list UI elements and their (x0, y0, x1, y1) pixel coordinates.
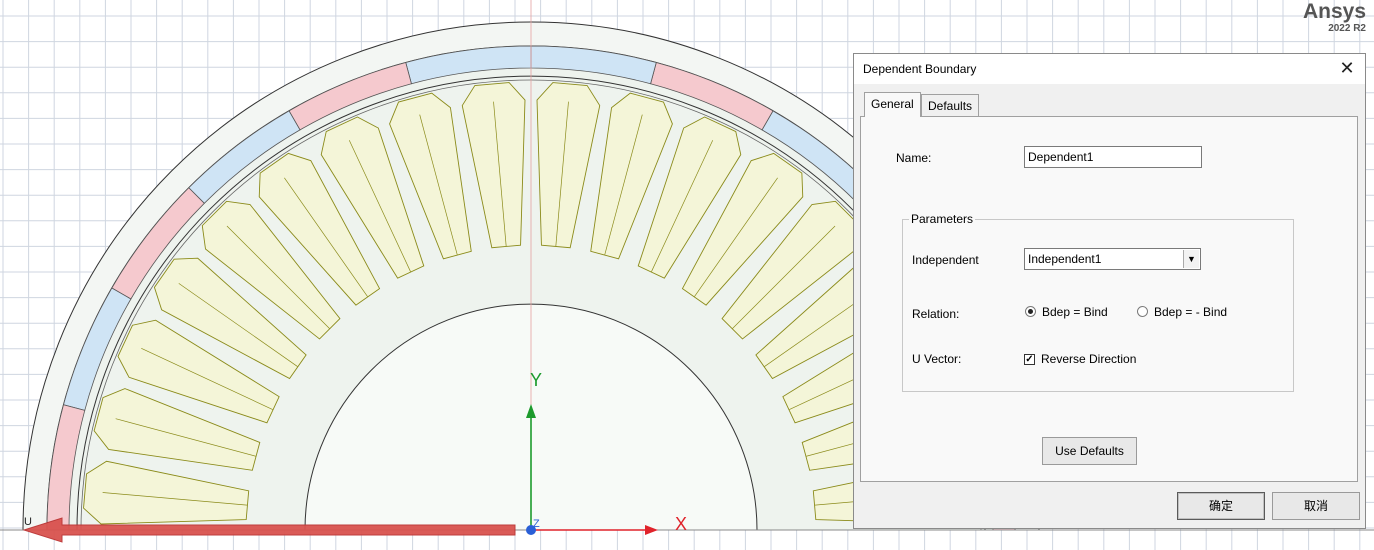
use-defaults-button[interactable]: Use Defaults (1042, 437, 1137, 465)
tab-general[interactable]: General (864, 92, 921, 117)
close-icon[interactable]: ✕ (1337, 56, 1357, 80)
dialog-titlebar[interactable]: Dependent Boundary ✕ (854, 54, 1365, 84)
z-axis-label: Z (533, 518, 540, 530)
general-tab-panel: Name: Dependent1 Parameters Independent … (860, 116, 1358, 482)
u-vector-label: U (24, 516, 32, 528)
reverse-direction-checkbox[interactable]: ✓ (1024, 354, 1035, 365)
dropdown-arrow-icon[interactable]: ▼ (1183, 250, 1199, 268)
name-label: Name: (896, 151, 932, 165)
dependent-boundary-dialog: Dependent Boundary ✕ General Defaults Na… (853, 53, 1366, 529)
name-field[interactable]: Dependent1 (1024, 146, 1202, 168)
radio-bdep-equals-bind[interactable] (1025, 306, 1036, 317)
brand-version: 2022 R2 (1328, 23, 1366, 34)
parameters-legend: Parameters (911, 212, 974, 226)
brand-name: Ansys (1302, 0, 1366, 23)
y-axis-label: Y (530, 370, 542, 390)
ansys-logo: Ansys 2022 R2 (1303, 0, 1366, 35)
relation-label: Relation: (912, 307, 960, 321)
dialog-title: Dependent Boundary (863, 62, 977, 76)
radio-bdep-equals-minus-bind[interactable] (1137, 306, 1148, 317)
reverse-direction-label[interactable]: Reverse Direction (1041, 352, 1136, 366)
radio-bdep-equals-minus-bind-label[interactable]: Bdep = - Bind (1154, 305, 1227, 319)
tab-defaults[interactable]: Defaults (921, 94, 980, 116)
radio-bdep-equals-bind-label[interactable]: Bdep = Bind (1042, 305, 1108, 319)
u-vector-label: U Vector: (912, 352, 962, 366)
ok-button[interactable]: 确定 (1177, 492, 1265, 520)
cancel-button[interactable]: 取消 (1272, 492, 1360, 520)
independent-select[interactable]: Independent1 ▼ (1024, 248, 1201, 270)
independent-label: Independent (912, 253, 979, 267)
x-axis-label: X (675, 514, 687, 534)
independent-selected-value: Independent1 (1028, 252, 1102, 266)
